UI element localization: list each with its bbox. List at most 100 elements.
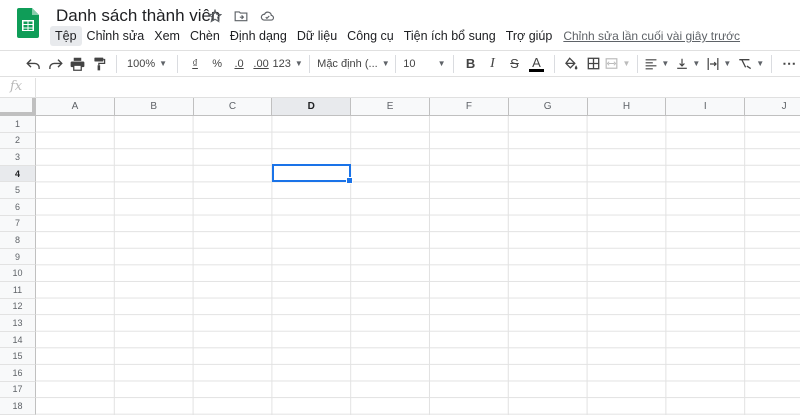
chevron-down-icon: ▼ xyxy=(294,59,303,68)
currency-format-button[interactable]: ₫ xyxy=(185,53,205,75)
row-header[interactable]: 12 xyxy=(0,298,36,316)
column-header-i[interactable]: I xyxy=(666,98,746,116)
fx-icon: fx xyxy=(10,79,23,94)
row-header[interactable]: 8 xyxy=(0,232,36,249)
row-header[interactable]: 14 xyxy=(0,331,36,349)
bold-button[interactable]: B xyxy=(461,53,481,75)
font-value: Mặc định (... xyxy=(317,57,378,70)
column-header-b[interactable]: B xyxy=(114,98,194,116)
fill-color-icon[interactable] xyxy=(561,53,581,75)
percent-format-button[interactable]: % xyxy=(207,53,227,75)
move-folder-icon[interactable] xyxy=(232,7,250,25)
column-header-g[interactable]: G xyxy=(508,98,588,116)
chevron-down-icon: ▼ xyxy=(381,59,390,68)
app-header: Danh sách thành viên Tệp Chỉnh sửa Xem C… xyxy=(0,0,800,48)
italic-button[interactable]: I xyxy=(483,53,503,75)
last-edit-link[interactable]: Chỉnh sửa lần cuối vài giây trước xyxy=(563,29,740,43)
cloud-saved-icon[interactable] xyxy=(258,7,276,25)
column-header-a[interactable]: A xyxy=(36,98,115,116)
zoom-value: 100% xyxy=(127,57,156,70)
row-header[interactable]: 13 xyxy=(0,315,36,332)
menu-data[interactable]: Dữ liệu xyxy=(292,26,342,46)
text-color-bar xyxy=(529,68,545,72)
row-header[interactable]: 9 xyxy=(0,248,36,266)
print-icon[interactable] xyxy=(67,53,87,75)
document-title[interactable]: Danh sách thành viên xyxy=(56,6,220,26)
toolbar-divider xyxy=(395,54,397,73)
horizontal-align-icon[interactable]: ▼ xyxy=(645,53,669,75)
row-header[interactable]: 6 xyxy=(0,198,36,216)
toolbar-divider xyxy=(553,54,555,73)
zoom-select[interactable]: 100% ▼ xyxy=(124,53,170,75)
toolbar-divider xyxy=(771,54,773,73)
row-header[interactable]: 10 xyxy=(0,265,36,282)
number-format-select[interactable]: 123 ▼ xyxy=(273,53,303,75)
chevron-down-icon: ▼ xyxy=(756,59,765,68)
chevron-down-icon: ▼ xyxy=(692,59,701,68)
more-options-icon[interactable]: ⋯ xyxy=(779,53,799,75)
toolbar-divider xyxy=(177,54,179,73)
chevron-down-icon: ▼ xyxy=(437,59,446,68)
toolbar-divider xyxy=(309,54,311,73)
text-color-button[interactable]: A xyxy=(527,53,547,75)
select-all-corner[interactable] xyxy=(0,98,36,116)
formula-bar: fx xyxy=(0,78,800,98)
row-header[interactable]: 16 xyxy=(0,364,36,382)
chevron-down-icon: ▼ xyxy=(622,59,631,68)
column-headers: A B C D E F G H I J xyxy=(36,98,800,116)
menu-tools[interactable]: Công cụ xyxy=(342,26,399,46)
toolbar-divider xyxy=(116,54,117,73)
paint-format-icon[interactable] xyxy=(89,53,109,75)
borders-icon[interactable] xyxy=(583,53,603,75)
redo-icon[interactable] xyxy=(45,53,65,75)
merge-cells-icon[interactable]: ▼ xyxy=(605,53,630,75)
menu-edit[interactable]: Chỉnh sửa xyxy=(82,26,150,46)
column-header-f[interactable]: F xyxy=(429,98,509,116)
chevron-down-icon: ▼ xyxy=(159,59,168,68)
column-header-c[interactable]: C xyxy=(193,98,273,116)
menu-bar: Tệp Chỉnh sửa Xem Chèn Định dạng Dữ liệu… xyxy=(50,26,740,46)
text-wrap-icon[interactable]: ▼ xyxy=(707,53,731,75)
menu-file[interactable]: Tệp xyxy=(50,26,82,46)
row-header[interactable]: 5 xyxy=(0,182,36,199)
menu-view[interactable]: Xem xyxy=(149,26,185,46)
column-header-j[interactable]: J xyxy=(745,98,800,116)
font-size-select[interactable]: 10 ▼ xyxy=(403,53,445,75)
row-header[interactable]: 18 xyxy=(0,398,36,415)
active-cell-d4[interactable] xyxy=(272,164,353,184)
menu-help[interactable]: Trợ giúp xyxy=(501,26,558,46)
decrease-decimal-button[interactable]: .0 xyxy=(229,53,249,75)
row-header[interactable]: 15 xyxy=(0,348,36,365)
chevron-down-icon: ▼ xyxy=(661,59,670,68)
column-header-d[interactable]: D xyxy=(272,98,352,116)
row-headers: 1 2 3 4 5 6 7 8 9 10 11 12 13 14 15 16 1… xyxy=(0,116,36,415)
menu-addons[interactable]: Tiện ích bổ sung xyxy=(399,26,501,46)
menu-format[interactable]: Định dạng xyxy=(225,26,292,46)
column-header-h[interactable]: H xyxy=(587,98,667,116)
row-header[interactable]: 4 xyxy=(0,165,36,183)
text-rotation-icon[interactable]: ▼ xyxy=(738,53,764,75)
vertical-align-icon[interactable]: ▼ xyxy=(676,53,700,75)
sheets-logo-icon[interactable] xyxy=(17,8,39,38)
undo-icon[interactable] xyxy=(23,53,43,75)
spreadsheet-grid: A B C D E F G H I J 1 2 3 4 5 6 7 8 9 10… xyxy=(0,98,800,415)
font-size-value: 10 xyxy=(403,57,416,70)
toolbar: 100% ▼ ₫ % .0 .00 123 ▼ Mặc định (... ▼ … xyxy=(0,50,800,77)
increase-decimal-button[interactable]: .00 xyxy=(251,53,271,75)
toolbar-divider xyxy=(637,54,639,73)
font-select[interactable]: Mặc định (... ▼ xyxy=(317,53,390,75)
row-header[interactable]: 2 xyxy=(0,132,36,150)
text-color-letter: A xyxy=(532,54,541,70)
menu-insert[interactable]: Chèn xyxy=(185,26,225,46)
column-header-e[interactable]: E xyxy=(351,98,430,116)
row-header[interactable]: 7 xyxy=(0,215,36,233)
formula-input[interactable] xyxy=(40,78,800,98)
cell-area[interactable] xyxy=(36,116,800,415)
strikethrough-button[interactable]: S xyxy=(505,53,525,75)
formula-bar-divider xyxy=(35,78,36,98)
row-header[interactable]: 3 xyxy=(0,149,36,166)
row-header[interactable]: 11 xyxy=(0,281,36,299)
row-header[interactable]: 17 xyxy=(0,381,36,399)
star-icon[interactable] xyxy=(206,7,224,25)
row-header[interactable]: 1 xyxy=(0,116,36,133)
